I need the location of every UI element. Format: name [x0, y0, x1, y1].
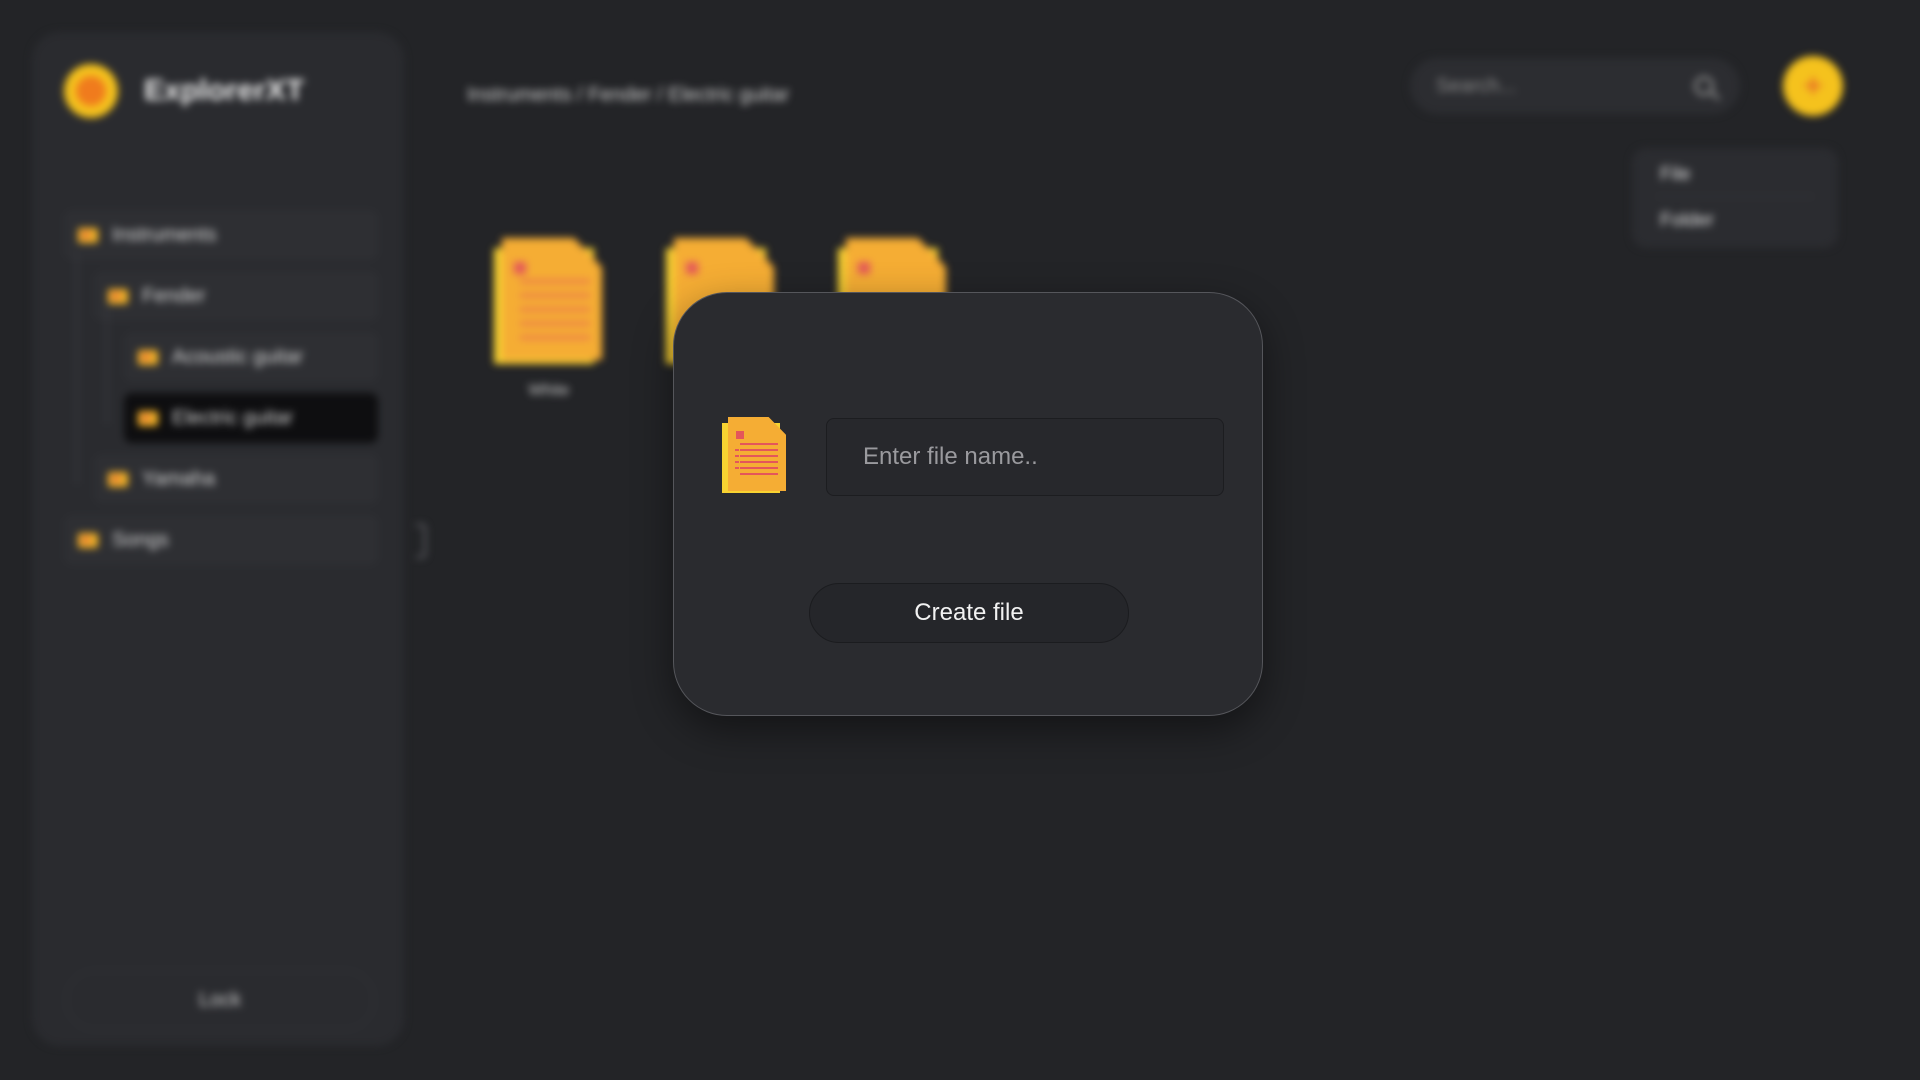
create-file-button[interactable]: Create file: [809, 583, 1129, 643]
tree-item-label: Instruments: [112, 223, 217, 246]
add-menu: File Folder: [1632, 148, 1838, 248]
tree-item-songs[interactable]: Songs: [64, 515, 378, 565]
tree-guide-line: [76, 254, 78, 484]
tree-guide-line: [106, 304, 108, 424]
app-logo-icon: [64, 64, 118, 118]
file-name: White: [528, 382, 570, 399]
tree-item-label: Songs: [112, 528, 169, 551]
folder-icon: [108, 288, 128, 304]
tree-item-label: Electric guitar: [172, 406, 294, 429]
tree-item-label: Yamaha: [142, 467, 216, 490]
folder-tree: Instruments Fender Acoustic guitar Elect…: [64, 210, 378, 576]
search-input[interactable]: Search...: [1436, 75, 1694, 98]
tree-item-acoustic-guitar[interactable]: Acoustic guitar: [124, 332, 378, 382]
document-icon: [722, 417, 786, 493]
menu-divider: [1656, 196, 1814, 197]
tree-item-instruments[interactable]: Instruments: [64, 210, 378, 260]
app-name: ExplorerXT: [144, 74, 305, 107]
search-icon[interactable]: [1694, 76, 1714, 96]
folder-icon: [138, 410, 158, 426]
breadcrumb: Instruments / Fender / Electric guitar: [467, 84, 790, 106]
lock-button[interactable]: Lock: [66, 970, 374, 1030]
sidebar: ExplorerXT Instruments Fender Acoustic g…: [32, 32, 404, 1046]
folder-icon: [78, 532, 98, 548]
document-icon: [494, 238, 602, 364]
folder-icon: [78, 227, 98, 243]
tree-item-electric-guitar[interactable]: Electric guitar: [124, 393, 378, 443]
file-item[interactable]: White: [494, 238, 604, 400]
tree-item-label: Acoustic guitar: [172, 345, 304, 368]
tree-item-yamaha[interactable]: Yamaha: [94, 454, 378, 504]
create-file-dialog: Create file: [673, 292, 1263, 716]
tree-item-fender[interactable]: Fender: [94, 271, 378, 321]
menu-item-file[interactable]: File: [1660, 164, 1691, 186]
sidebar-collapse-handle[interactable]: [416, 524, 426, 558]
file-name-input[interactable]: [826, 418, 1224, 496]
folder-icon: [138, 349, 158, 365]
add-button[interactable]: +: [1783, 56, 1843, 116]
search-box[interactable]: Search...: [1410, 58, 1740, 114]
folder-icon: [108, 471, 128, 487]
menu-item-folder[interactable]: Folder: [1660, 210, 1714, 232]
brand: ExplorerXT: [64, 64, 304, 118]
tree-item-label: Fender: [142, 284, 206, 307]
